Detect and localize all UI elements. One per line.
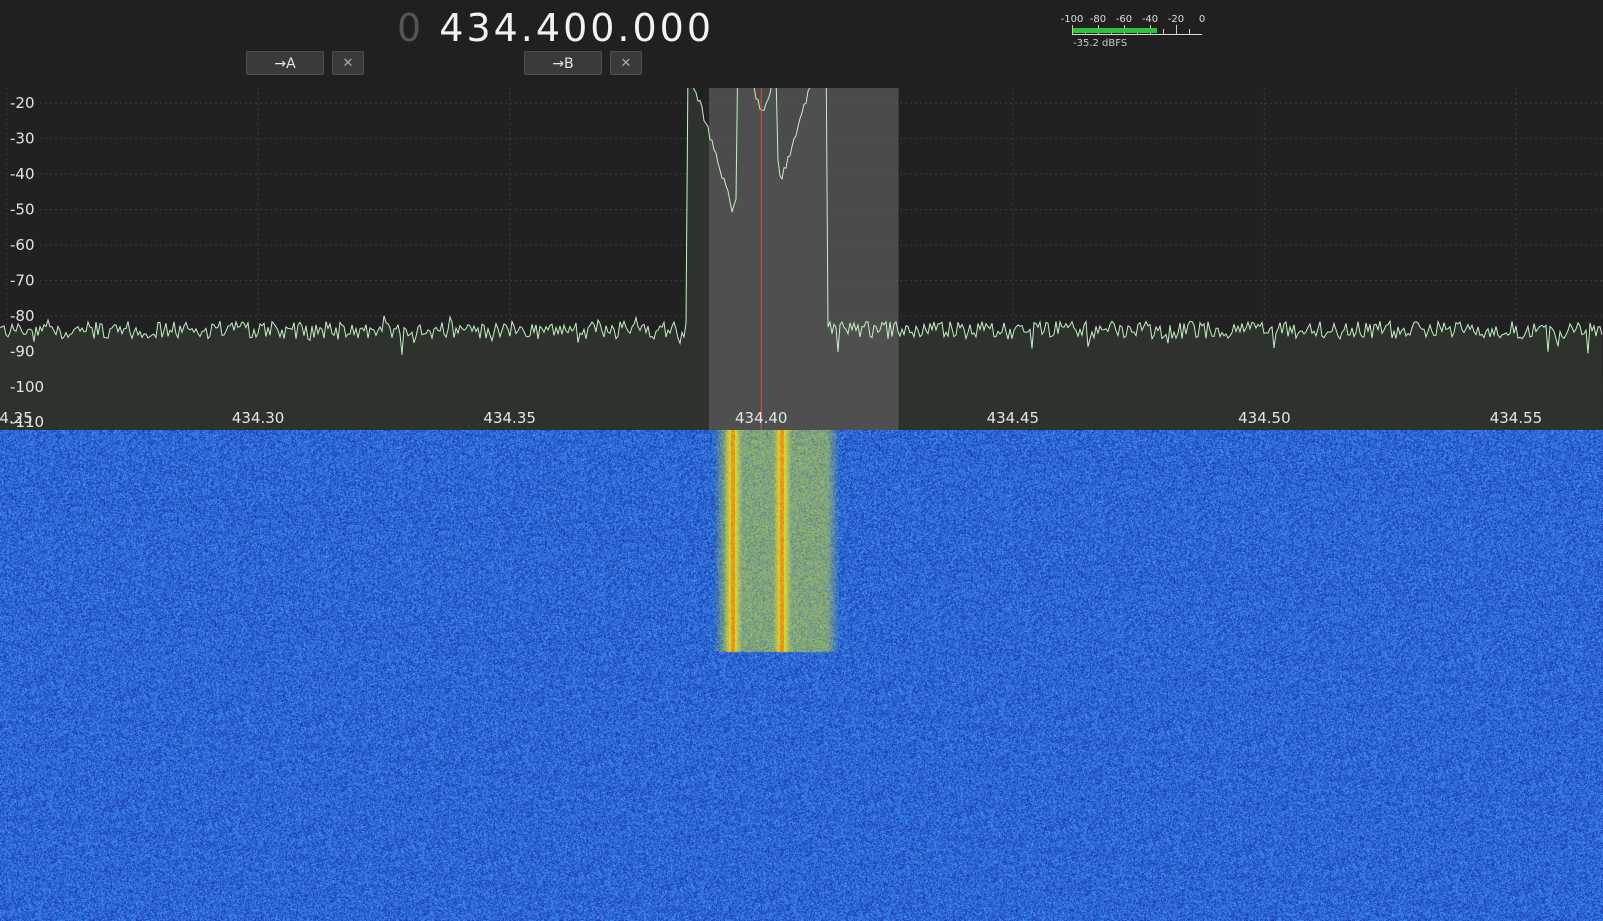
y-axis-label: -30 — [10, 130, 35, 148]
vfo-b-button[interactable]: →B — [524, 51, 602, 75]
meter-scale-label: -20 — [1167, 14, 1185, 25]
meter-scale: -100 -80 -60 -40 -20 0 — [1060, 10, 1212, 25]
frequency-leading-digit: 0 — [397, 6, 425, 50]
meter-scale-label: 0 — [1198, 14, 1206, 25]
y-axis-label: -40 — [10, 165, 35, 183]
y-axis-label: -70 — [10, 271, 35, 289]
y-axis-labels: -20-30-40-50-60-70-80-90-100-110 — [10, 94, 44, 430]
meter-scale-label: -80 — [1089, 14, 1107, 25]
meter-readout: -35.2 dBFS — [1073, 38, 1128, 49]
y-axis-label: -100 — [10, 378, 44, 396]
y-axis-label: -80 — [10, 307, 35, 325]
meter-scale-label: -40 — [1141, 14, 1159, 25]
x-axis-label: 434.40 — [735, 409, 788, 427]
y-axis-label: -50 — [10, 201, 35, 219]
y-axis-label: -90 — [10, 342, 35, 360]
meter-baseline — [1072, 34, 1202, 35]
passband-highlight[interactable] — [708, 88, 899, 430]
vfo-a-button[interactable]: →A — [246, 51, 324, 75]
signal-meter: -100 -80 -60 -40 -20 0 -35.2 dBFS — [1060, 6, 1212, 54]
vfo-a-clear-button[interactable]: ✕ — [332, 51, 364, 75]
x-axis-label: 434.45 — [987, 409, 1040, 427]
spectrum-plot[interactable]: -20-30-40-50-60-70-80-90-100-110 434.254… — [0, 88, 1603, 430]
waterfall-display[interactable] — [0, 430, 1603, 921]
vfo-b-clear-button[interactable]: ✕ — [610, 51, 642, 75]
meter-scale-label: -60 — [1115, 14, 1133, 25]
frequency-display[interactable]: 0 434.400.000 — [397, 6, 714, 50]
x-axis-label: 434.50 — [1238, 409, 1291, 427]
waterfall-canvas — [0, 430, 1603, 921]
frequency-value: 434.400.000 — [439, 6, 715, 50]
x-axis-label: 434.35 — [483, 409, 536, 427]
sdr-window: 0 434.400.000 →A ✕ →B ✕ -100 -80 -60 -40… — [0, 0, 1603, 921]
x-axis-label: 434.25 — [0, 409, 33, 427]
meter-level-bar — [1073, 28, 1157, 33]
meter-scale-label: -100 — [1060, 14, 1084, 25]
x-axis-label: 434.30 — [232, 409, 285, 427]
y-axis-label: -20 — [10, 94, 35, 112]
top-bar: 0 434.400.000 →A ✕ →B ✕ -100 -80 -60 -40… — [0, 0, 1603, 88]
x-axis-label: 434.55 — [1490, 409, 1543, 427]
y-axis-label: -60 — [10, 236, 35, 254]
spectrum-svg: -20-30-40-50-60-70-80-90-100-110 434.254… — [0, 88, 1603, 430]
